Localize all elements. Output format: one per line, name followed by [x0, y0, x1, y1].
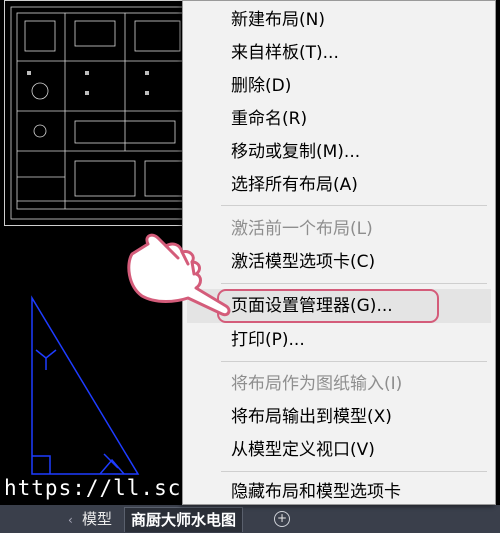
- layout-tab-bar: ‹ 模型 商厨大师水电图 +: [0, 505, 500, 533]
- menu-item-export-layout-to-model[interactable]: 将布局输出到模型(X): [231, 402, 392, 432]
- tab-layout[interactable]: 商厨大师水电图: [124, 507, 244, 532]
- menu-item-rename[interactable]: 重命名(R): [231, 104, 307, 134]
- menu-separator: [221, 471, 487, 472]
- menu-separator: [221, 283, 487, 284]
- page-setup-highlight-outline: [217, 289, 439, 323]
- pointing-hand-icon: [127, 233, 231, 317]
- menu-item-hide-layout-and-model-tabs[interactable]: 隐藏布局和模型选项卡: [231, 477, 401, 507]
- menu-item-activate-previous-layout: 激活前一个布局(L): [231, 219, 373, 239]
- menu-item-delete[interactable]: 删除(D): [231, 71, 291, 101]
- drawing-sheet-frame: [4, 0, 204, 226]
- menu-item-import-layout-as-sheet: 将布局作为图纸输入(I): [231, 374, 403, 394]
- menu-item-define-viewport-from-model[interactable]: 从模型定义视口(V): [231, 435, 375, 465]
- tab-scroll-icon[interactable]: ‹: [68, 513, 73, 527]
- menu-item-new-layout[interactable]: 新建布局(N): [231, 5, 325, 35]
- menu-item-print[interactable]: 打印(P)...: [231, 325, 305, 355]
- floor-plan-drawing: [10, 6, 198, 220]
- menu-separator: [221, 361, 487, 362]
- menu-item-activate-model-tab[interactable]: 激活模型选项卡(C): [231, 247, 375, 277]
- menu-item-select-all-layouts[interactable]: 选择所有布局(A): [231, 170, 358, 200]
- add-layout-icon[interactable]: +: [274, 511, 290, 527]
- menu-item-move-or-copy[interactable]: 移动或复制(M)...: [231, 137, 360, 167]
- menu-item-from-template[interactable]: 来自样板(T)...: [231, 38, 339, 68]
- tab-model[interactable]: 模型: [76, 507, 119, 531]
- menu-separator: [221, 205, 487, 206]
